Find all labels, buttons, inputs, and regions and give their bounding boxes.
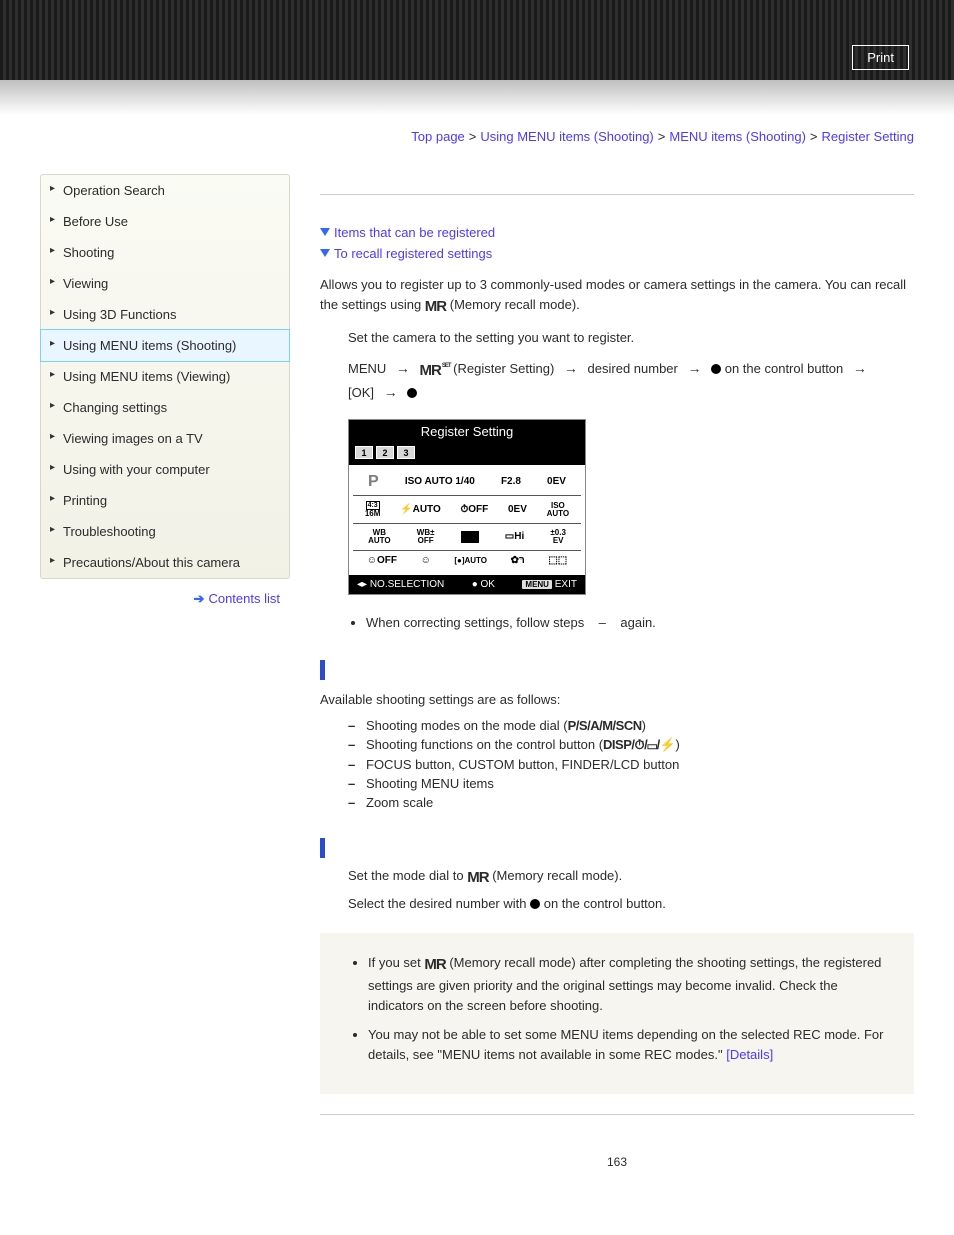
- mode-dial-icons: P/S/A/M/SCN: [568, 718, 642, 733]
- mr-set-icon: MR: [420, 362, 450, 379]
- page-number: 163: [320, 1155, 914, 1169]
- heading-bar-icon: [320, 660, 325, 680]
- contents-list-link[interactable]: Contents list: [208, 591, 280, 606]
- screenshot-footer: ◂▸ NO.SELECTION ● OK MENU EXIT: [349, 575, 585, 594]
- center-button-icon: [711, 364, 721, 374]
- arrow-right-icon: →: [687, 358, 701, 379]
- breadcrumb-top[interactable]: Top page: [411, 129, 465, 144]
- sidebar-item[interactable]: Changing settings: [41, 392, 289, 423]
- note-item: If you set MR (Memory recall mode) after…: [368, 953, 896, 1016]
- sidebar: Operation SearchBefore UseShootingViewin…: [40, 174, 290, 579]
- sidebar-item[interactable]: Using with your computer: [41, 454, 289, 485]
- anchor-items[interactable]: Items that can be registered: [334, 225, 495, 240]
- center-button-icon: [407, 388, 417, 398]
- screenshot-tab-1: 1: [355, 446, 373, 459]
- sidebar-item[interactable]: Shooting: [41, 237, 289, 268]
- section-recall: Set the mode dial to MR (Memory recall m…: [320, 838, 914, 911]
- register-setting-screenshot: Register Setting 1 2 3 P ISO AUTO 1/40 F…: [348, 419, 586, 595]
- items-lead: Available shooting settings are as follo…: [320, 690, 914, 710]
- main-content: Items that can be registered To recall r…: [290, 174, 914, 1169]
- heading-bar-icon: [320, 838, 325, 858]
- header-banner: Print: [0, 0, 954, 80]
- details-link[interactable]: [Details]: [726, 1047, 773, 1062]
- list-item: FOCUS button, CUSTOM button, FINDER/LCD …: [348, 757, 914, 772]
- banner-shadow: [0, 80, 954, 115]
- list-item: Shooting modes on the mode dial (P/S/A/M…: [348, 718, 914, 733]
- list-item: Shooting MENU items: [348, 776, 914, 791]
- screenshot-body: P ISO AUTO 1/40 F2.8 0EV 4:316M ⚡AUTO ⏱O…: [349, 465, 585, 575]
- screenshot-row-2: 4:316M ⚡AUTO ⏱OFF 0EV ISOAUTO: [353, 496, 581, 524]
- list-item: Zoom scale: [348, 795, 914, 810]
- sidebar-item[interactable]: Troubleshooting: [41, 516, 289, 547]
- arrow-right-icon: ➔: [194, 591, 205, 606]
- control-button-icons: DISP/⏱/▭/⚡: [603, 737, 675, 752]
- recall-steps: Set the mode dial to MR (Memory recall m…: [348, 868, 914, 911]
- sidebar-item[interactable]: Using 3D Functions: [41, 299, 289, 330]
- list-item: Set the mode dial to MR (Memory recall m…: [348, 868, 914, 886]
- note-item: You may not be able to set some MENU ite…: [368, 1025, 896, 1064]
- mr-icon: MR: [424, 956, 445, 973]
- mr-icon: MR: [425, 298, 446, 315]
- sidebar-item[interactable]: Viewing images on a TV: [41, 423, 289, 454]
- contents-list-wrap: ➔Contents list: [40, 579, 290, 619]
- screenshot-tab-3: 3: [397, 446, 415, 459]
- section-items-registered: Available shooting settings are as follo…: [320, 660, 914, 810]
- center-button-icon: [530, 899, 540, 909]
- sidebar-item[interactable]: Precautions/About this camera: [41, 547, 289, 578]
- breadcrumb-b[interactable]: MENU items (Shooting): [669, 129, 806, 144]
- screenshot-title: Register Setting: [349, 420, 585, 443]
- step-2: MENU → MR (Register Setting) → desired n…: [348, 358, 914, 404]
- sidebar-list: Operation SearchBefore UseShootingViewin…: [41, 175, 289, 578]
- divider-top: [320, 194, 914, 195]
- mr-icon: MR: [467, 869, 488, 886]
- arrow-right-icon: →: [564, 358, 578, 379]
- divider-bottom: [320, 1114, 914, 1115]
- screenshot-row-3: WBAUTO WB±OFF ▭Hi ±0.3EV: [353, 524, 581, 551]
- triangle-down-icon: [320, 249, 330, 257]
- step-1: Set the camera to the setting you want t…: [348, 328, 914, 348]
- screenshot-row-1: P ISO AUTO 1/40 F2.8 0EV: [353, 469, 581, 496]
- list-item: Select the desired number with on the co…: [348, 896, 914, 911]
- notes-box: If you set MR (Memory recall mode) after…: [320, 933, 914, 1095]
- sidebar-item[interactable]: Viewing: [41, 268, 289, 299]
- anchor-list: Items that can be registered To recall r…: [320, 225, 914, 261]
- sidebar-item[interactable]: Using MENU items (Viewing): [41, 361, 289, 392]
- breadcrumb-current[interactable]: Register Setting: [822, 129, 915, 144]
- arrow-right-icon: →: [853, 358, 867, 379]
- sidebar-item[interactable]: Printing: [41, 485, 289, 516]
- print-button[interactable]: Print: [852, 45, 909, 70]
- items-list: Shooting modes on the mode dial (P/S/A/M…: [348, 718, 914, 810]
- screenshot-row-4: ☺OFF ☺ [●]AUTO ✿רּ ⬚⬚: [353, 551, 581, 571]
- intro-paragraph: Allows you to register up to 3 commonly-…: [320, 275, 914, 318]
- anchor-recall[interactable]: To recall registered settings: [334, 246, 492, 261]
- list-item: Shooting functions on the control button…: [348, 737, 914, 753]
- screenshot-tab-2: 2: [376, 446, 394, 459]
- sidebar-item[interactable]: Using MENU items (Shooting): [41, 330, 289, 361]
- breadcrumb: Top page>Using MENU items (Shooting)>MEN…: [0, 115, 954, 174]
- arrow-right-icon: →: [396, 358, 410, 379]
- triangle-down-icon: [320, 228, 330, 236]
- breadcrumb-a[interactable]: Using MENU items (Shooting): [480, 129, 653, 144]
- correcting-note: When correcting settings, follow steps –…: [348, 615, 914, 630]
- arrow-right-icon: →: [384, 382, 398, 403]
- sidebar-item[interactable]: Operation Search: [41, 175, 289, 206]
- sidebar-item[interactable]: Before Use: [41, 206, 289, 237]
- screenshot-tabs: 1 2 3: [349, 443, 585, 465]
